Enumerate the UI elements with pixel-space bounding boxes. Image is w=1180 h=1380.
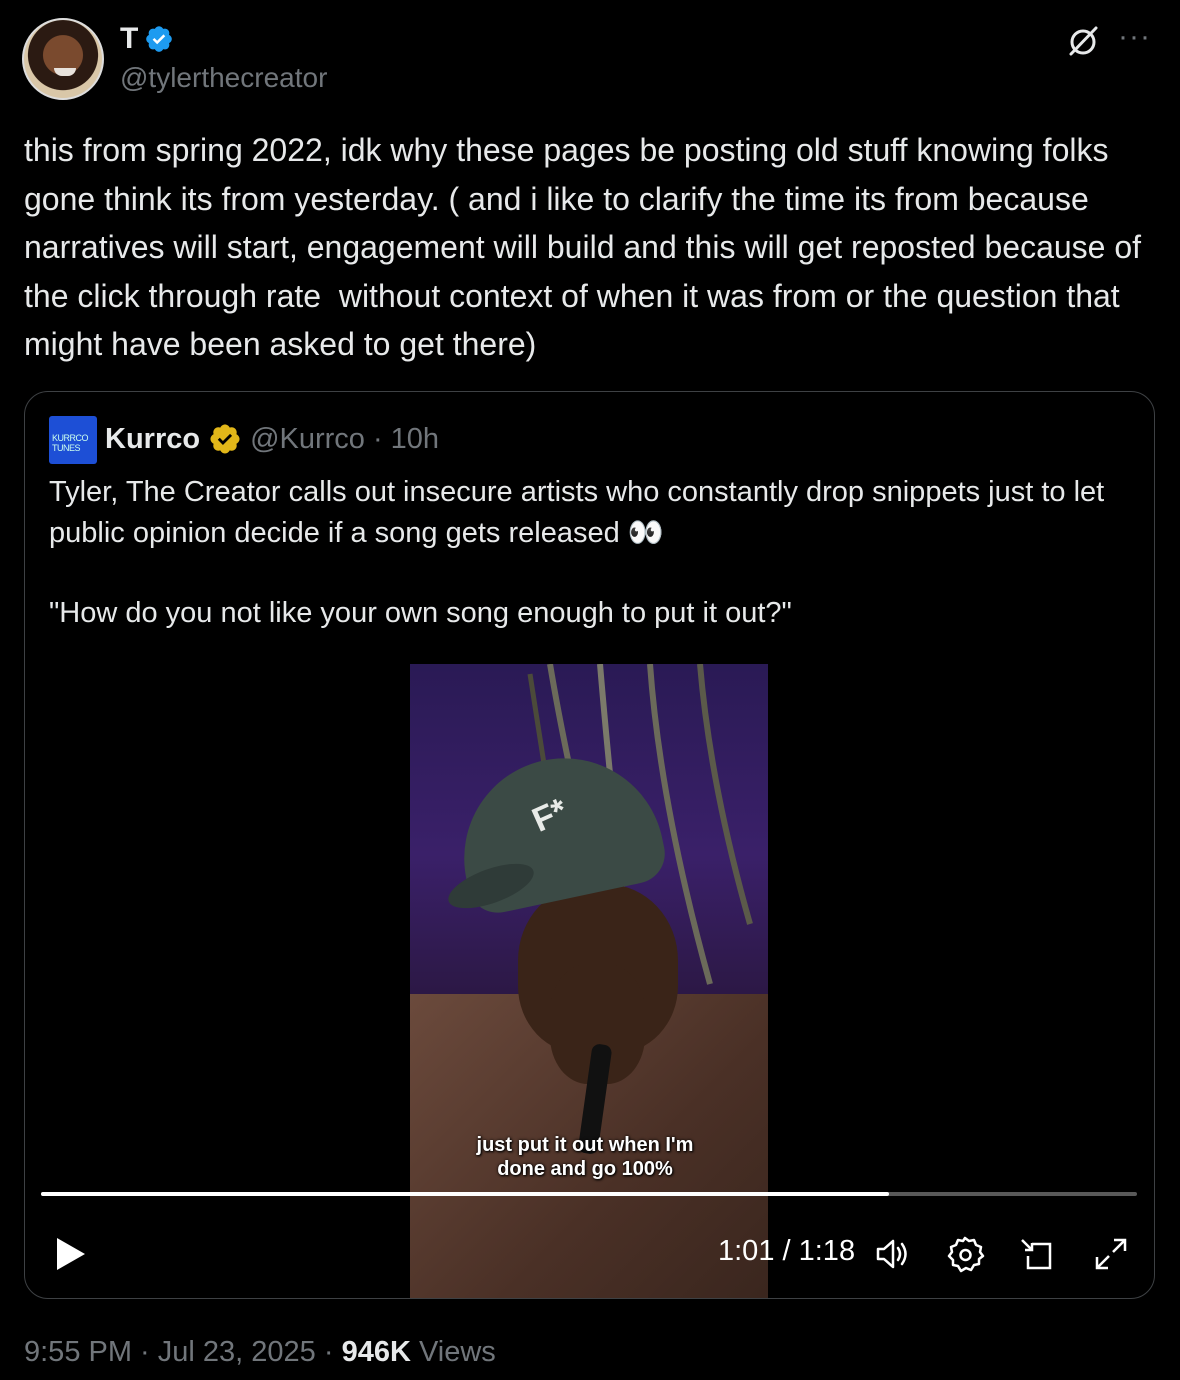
meta-separator: · [132, 1336, 158, 1368]
quote-display-name[interactable]: Kurrco [105, 423, 200, 456]
quoted-tweet[interactable]: KURRCO TUNES Kurrco @Kurrco · 10h Tyler,… [24, 391, 1155, 1299]
time-current: 1:01 [718, 1235, 775, 1267]
more-icon[interactable]: ··· [1118, 22, 1151, 52]
settings-icon[interactable] [945, 1234, 985, 1274]
author-display-name[interactable]: T [120, 22, 138, 56]
volume-icon[interactable] [873, 1234, 913, 1274]
quote-separator: · [372, 422, 383, 455]
video-time: 1:01 / 1:18 [718, 1235, 855, 1268]
video-progress-fill [41, 1192, 890, 1196]
quote-name-row: Kurrco @Kurrco · 10h [105, 422, 439, 456]
views-label: Views [410, 1336, 496, 1368]
cap-logo: F* [526, 791, 574, 840]
video-frame[interactable]: F* just put it out when I'm done and go … [410, 664, 768, 1298]
time-total: 1:18 [798, 1235, 856, 1267]
author-handle[interactable]: @tylerthecreator [120, 62, 327, 94]
tweet-time[interactable]: 9:55 PM [24, 1336, 132, 1368]
quote-text: Tyler, The Creator calls out insecure ar… [49, 472, 1129, 633]
quote-handle[interactable]: @Kurrco [250, 423, 365, 456]
meta-separator: · [315, 1336, 342, 1368]
eyes-emoji-icon: 👀 [627, 515, 664, 549]
quote-avatar[interactable]: KURRCO TUNES [49, 416, 97, 464]
quote-text-line2: "How do you not like your own song enoug… [49, 597, 792, 629]
play-icon[interactable] [53, 1234, 89, 1274]
tweet-meta: 9:55 PM · Jul 23, 2025 · 946K Views [24, 1336, 496, 1369]
pip-icon[interactable] [1018, 1234, 1058, 1274]
tweet-date[interactable]: Jul 23, 2025 [158, 1336, 316, 1368]
quote-text-line1: Tyler, The Creator calls out insecure ar… [49, 476, 1113, 549]
author-name-row: T [120, 22, 174, 56]
quote-age[interactable]: 10h [391, 423, 439, 456]
gold-verified-badge-icon[interactable] [208, 422, 242, 456]
author-avatar[interactable] [22, 18, 104, 100]
views-count: 946K [341, 1336, 411, 1368]
time-separator: / [774, 1235, 799, 1267]
verified-badge-icon[interactable] [144, 24, 174, 54]
tweet-text: this from spring 2022, idk why these pag… [24, 132, 1150, 362]
video-progress-bar[interactable] [41, 1192, 1137, 1196]
quote-avatar-text: KURRCO TUNES [52, 433, 89, 453]
grok-icon[interactable] [1066, 24, 1100, 58]
fullscreen-icon[interactable] [1091, 1234, 1131, 1274]
video-caption: just put it out when I'm done and go 100… [476, 1134, 694, 1180]
